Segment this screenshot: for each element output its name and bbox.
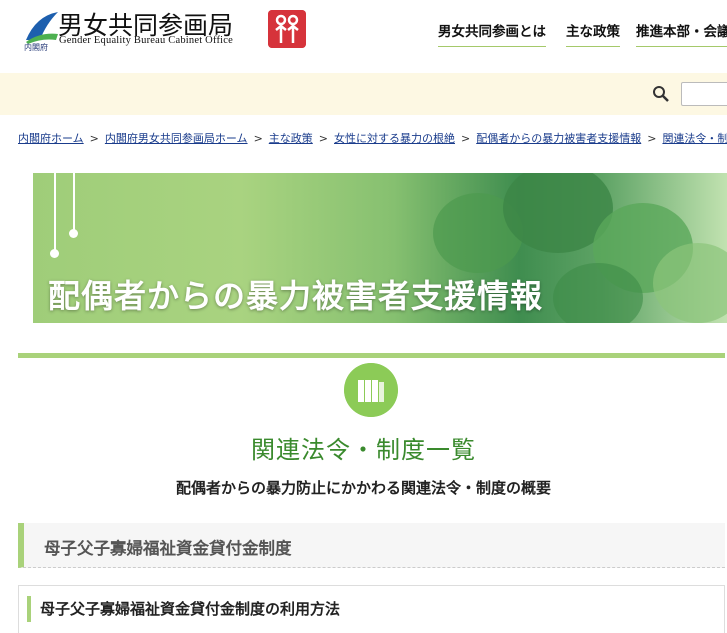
subsection-heading-text: 母子父子寡婦福祉資金貸付金制度の利用方法	[40, 600, 341, 618]
banner-decoration-line	[73, 173, 75, 233]
breadcrumb-link[interactable]: 女性に対する暴力の根絶	[334, 132, 455, 145]
books-icon	[344, 363, 398, 417]
nav-policies[interactable]: 主な政策	[566, 20, 620, 47]
nav-about[interactable]: 男女共同参画とは	[438, 20, 546, 47]
clover-leaf	[653, 243, 727, 323]
section-heading: 母子父子寡婦福祉資金貸付金制度	[18, 523, 725, 568]
breadcrumb-link[interactable]: 主な政策	[269, 132, 313, 145]
nav-headquarters[interactable]: 推進本部・会議	[636, 20, 727, 47]
breadcrumb-link[interactable]: 内閣府男女共同参画局ホーム	[105, 132, 248, 145]
content-box: 母子父子寡婦福祉資金貸付金制度の利用方法	[18, 585, 725, 633]
hero-title: 配偶者からの暴力被害者支援情報	[48, 277, 544, 315]
logo-subtext: 内閣府	[24, 43, 48, 52]
breadcrumb-link[interactable]: 配偶者からの暴力被害者支援情報	[476, 132, 641, 145]
breadcrumb-link[interactable]: 内閣府ホーム	[18, 132, 84, 145]
site-subtitle: Gender Equality Bureau Cabinet Office	[59, 35, 233, 46]
site-header: 内閣府 男女共同参画局 Gender Equality Bureau Cabin…	[0, 0, 727, 73]
search-bar	[0, 73, 727, 115]
page-title: 関連法令・制度一覧	[251, 436, 476, 464]
hero-banner: 配偶者からの暴力被害者支援情報	[33, 173, 727, 323]
banner-decoration-dot	[50, 249, 59, 258]
breadcrumb: 内閣府ホーム > 内閣府男女共同参画局ホーム > 主な政策 > 女性に対する暴力の根絶 > 配偶…	[18, 130, 727, 146]
search-icon[interactable]	[652, 85, 670, 103]
section-heading-text: 母子父子寡婦福祉資金貸付金制度	[44, 539, 292, 558]
breadcrumb-separator: >	[89, 132, 99, 145]
breadcrumb-link[interactable]: 関連法令・制度一覧	[662, 132, 727, 145]
section-divider	[18, 353, 725, 358]
page-subtitle: 配偶者からの暴力防止にかかわる関連法令・制度の概要	[175, 479, 551, 497]
breadcrumb-separator: >	[318, 132, 328, 145]
gender-equality-badge-icon	[268, 10, 306, 48]
breadcrumb-separator: >	[647, 132, 657, 145]
banner-decoration-dot	[69, 229, 78, 238]
subsection-heading: 母子父子寡婦福祉資金貸付金制度の利用方法	[27, 596, 340, 622]
banner-decoration-line	[54, 173, 56, 253]
search-input[interactable]	[681, 82, 727, 106]
breadcrumb-separator: >	[253, 132, 263, 145]
breadcrumb-separator: >	[461, 132, 471, 145]
